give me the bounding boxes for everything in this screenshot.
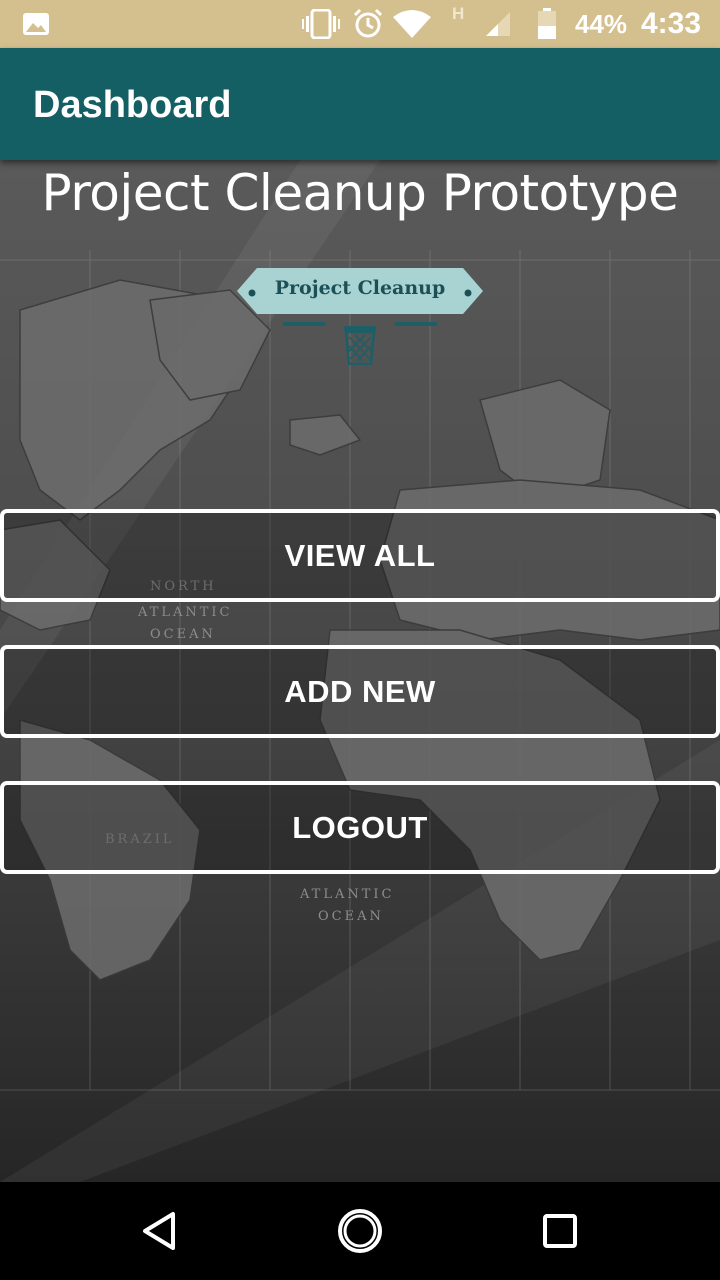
- hero-title: Project Cleanup Prototype: [41, 164, 679, 222]
- clock-time: 4:33: [641, 7, 702, 40]
- signal-icon: [484, 0, 512, 48]
- svg-text:ATLANTIC: ATLANTIC: [137, 605, 233, 620]
- battery-icon: [536, 0, 558, 48]
- battery-percent: 44%: [575, 8, 628, 39]
- vibrate-icon: [302, 0, 340, 48]
- project-cleanup-logo: Project Cleanup: [235, 267, 485, 367]
- home-icon[interactable]: [335, 1206, 385, 1256]
- add-new-button[interactable]: ADD NEW: [0, 645, 720, 738]
- logo-text: Project Cleanup: [274, 277, 446, 299]
- app-bar: Dashboard: [0, 48, 720, 160]
- alarm-icon: [352, 0, 384, 48]
- status-bar: H 44% 4:33: [0, 0, 720, 48]
- wifi-icon: [392, 0, 432, 48]
- svg-text:OCEAN: OCEAN: [150, 627, 216, 642]
- trash-bin-icon: [344, 326, 376, 365]
- gallery-icon: [22, 0, 50, 48]
- svg-text:OCEAN: OCEAN: [318, 909, 384, 924]
- recents-icon[interactable]: [535, 1206, 585, 1256]
- network-type-indicator: H: [452, 4, 465, 23]
- svg-text:ATLANTIC: ATLANTIC: [299, 887, 395, 902]
- view-all-button[interactable]: VIEW ALL: [0, 509, 720, 602]
- system-nav-bar: [0, 1182, 720, 1280]
- back-icon[interactable]: [135, 1206, 185, 1256]
- dashboard-content: NORTH ATLANTIC OCEAN ATLANTIC OCEAN BRAZ…: [0, 160, 720, 1182]
- app-bar-title: Dashboard: [33, 84, 232, 126]
- logout-button[interactable]: LOGOUT: [0, 781, 720, 874]
